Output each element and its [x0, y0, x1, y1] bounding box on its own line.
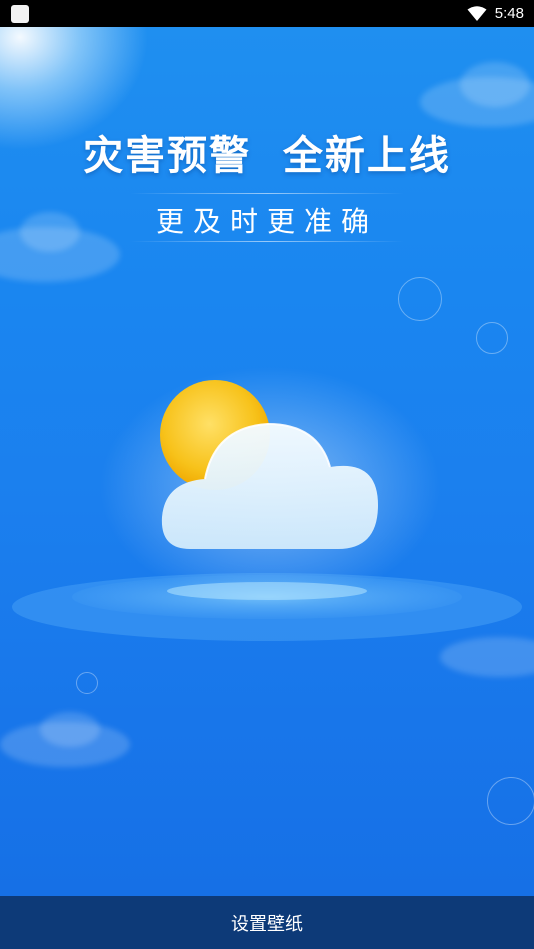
- splash-title: 灾害预警 全新上线: [83, 133, 451, 179]
- background-cloud: [40, 712, 100, 747]
- decorative-bubble: [398, 277, 442, 321]
- decorative-bubble: [76, 672, 98, 694]
- splash-screen: 灾害预警 全新上线 更及时更准确: [0, 27, 534, 896]
- splash-subtitle: 更及时更准确: [155, 205, 378, 238]
- status-right-group: 5:48: [467, 0, 524, 27]
- subtitle-divider-top: [130, 193, 404, 194]
- status-time: 5:48: [494, 5, 524, 22]
- status-bar: 5:48: [0, 0, 534, 27]
- wifi-icon: [467, 5, 487, 21]
- subtitle-divider-bottom: [130, 241, 404, 242]
- app-notification-icon: [11, 5, 29, 23]
- set-wallpaper-button[interactable]: 设置壁纸: [211, 902, 323, 944]
- background-cloud: [460, 62, 530, 107]
- decorative-bubble: [487, 777, 534, 825]
- bottom-bar: 设置壁纸: [0, 896, 534, 949]
- partly-cloudy-weather-icon: [12, 367, 522, 641]
